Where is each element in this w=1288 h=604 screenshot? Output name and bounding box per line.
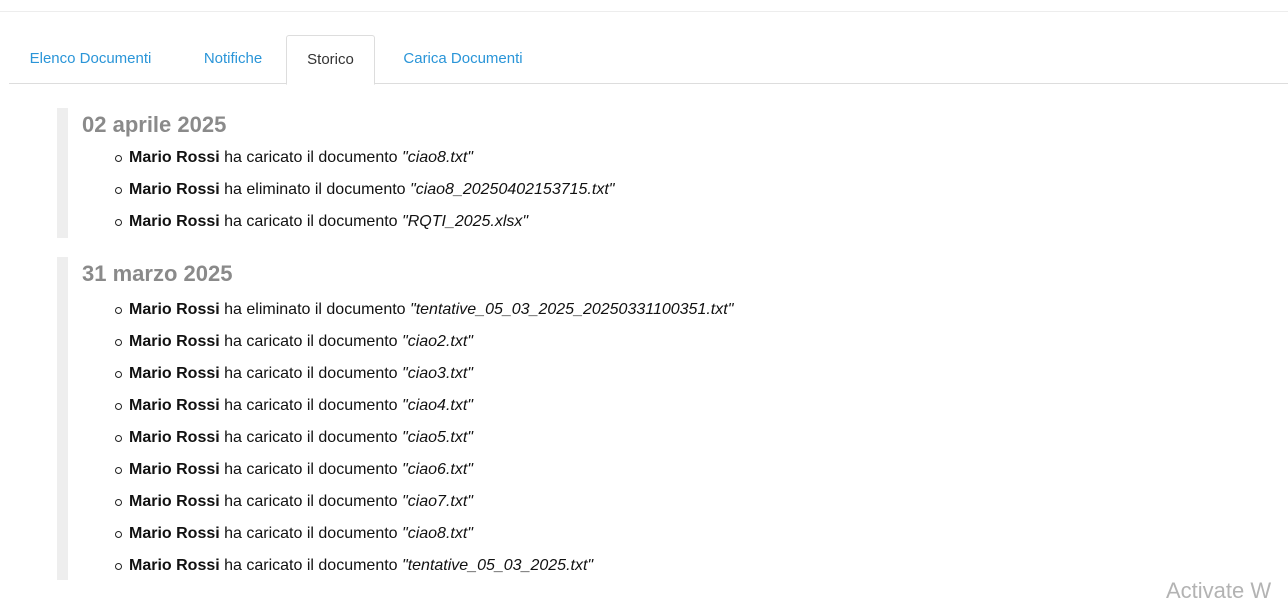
entry-user: Mario Rossi [129,301,220,318]
circle-bullet-icon [115,339,122,346]
tab-storico[interactable]: Storico [286,35,375,85]
entry-document: "RQTI_2025.xlsx" [402,213,529,230]
entry-action: ha caricato il documento [219,557,403,574]
entry-document: "tentative_05_03_2025.txt" [402,557,594,574]
circle-bullet-icon [115,155,122,162]
entry-document: "ciao8_20250402153715.txt" [410,181,615,198]
circle-bullet-icon [115,531,122,538]
entry-user: Mario Rossi [129,397,220,414]
entry-action: ha eliminato il documento [219,301,411,318]
entry-action: ha caricato il documento [219,429,403,446]
activate-windows-watermark: Activate W [1166,578,1272,603]
entry-action: ha caricato il documento [219,365,403,382]
group-date: 31 marzo 2025 [82,261,233,286]
circle-bullet-icon [115,371,122,378]
entry-user: Mario Rossi [129,365,220,382]
entry-action: ha caricato il documento [219,461,403,478]
entry-document: "ciao8.txt" [402,149,473,166]
tab-notifiche[interactable]: Notifiche [186,35,280,84]
tab-elenco-documenti[interactable]: Elenco Documenti [9,35,172,84]
top-divider [0,11,1288,12]
entry-user: Mario Rossi [129,429,220,446]
entry-user: Mario Rossi [129,493,220,510]
entry-action: ha caricato il documento [219,525,403,542]
entry-user: Mario Rossi [129,461,220,478]
entry-document: "ciao5.txt" [402,429,473,446]
group-date: 02 aprile 2025 [82,112,227,137]
entry-action: ha caricato il documento [219,213,403,230]
entry-user: Mario Rossi [129,149,220,166]
entry-action: ha caricato il documento [219,493,403,510]
entry-document: "ciao7.txt" [402,493,473,510]
circle-bullet-icon [115,435,122,442]
circle-bullet-icon [115,499,122,506]
history-group-2025-03-31: 31 marzo 2025 Mario Rossi ha eliminato i… [57,257,957,580]
entry-user: Mario Rossi [129,557,220,574]
entry-action: ha eliminato il documento [219,181,411,198]
history-group-2025-04-02: 02 aprile 2025 Mario Rossi ha caricato i… [57,108,957,238]
entry-user: Mario Rossi [129,333,220,350]
circle-bullet-icon [115,219,122,226]
entry-document: "ciao4.txt" [402,397,473,414]
circle-bullet-icon [115,467,122,474]
entry-document: "ciao6.txt" [402,461,473,478]
entry-document: "ciao2.txt" [402,333,473,350]
circle-bullet-icon [115,563,122,570]
entry-action: ha caricato il documento [219,397,403,414]
tab-bar: Elenco Documenti Notifiche Storico Caric… [9,35,1288,85]
entry-user: Mario Rossi [129,181,220,198]
entry-user: Mario Rossi [129,525,220,542]
tab-carica-documenti[interactable]: Carica Documenti [385,35,541,84]
circle-bullet-icon [115,403,122,410]
circle-bullet-icon [115,187,122,194]
entry-action: ha caricato il documento [219,149,403,166]
entry-document: "ciao3.txt" [402,365,473,382]
circle-bullet-icon [115,307,122,314]
entry-action: ha caricato il documento [219,333,403,350]
entry-document: "ciao8.txt" [402,525,473,542]
entry-document: "tentative_05_03_2025_20250331100351.txt… [410,301,734,318]
entry-user: Mario Rossi [129,213,220,230]
